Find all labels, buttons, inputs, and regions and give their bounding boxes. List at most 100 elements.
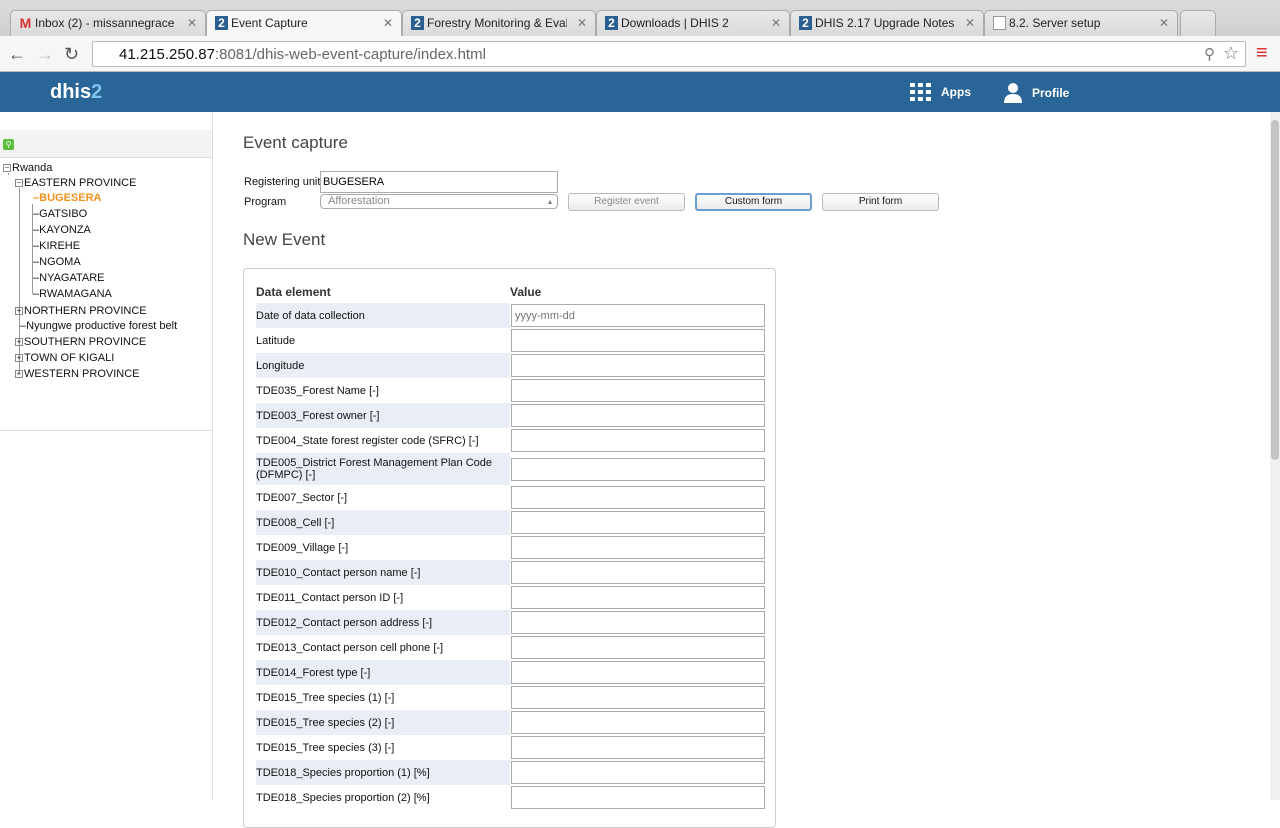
tree-node-nyagatare[interactable]: –NYAGATARE [33, 272, 105, 284]
tree-node-northern-province[interactable]: + NORTHERN PROVINCE [15, 305, 147, 317]
tree-node-nyungwe[interactable]: –Nyungwe productive forest belt [20, 320, 177, 332]
select-arrows-icon: ▴ [547, 197, 552, 206]
register-event-button[interactable]: Register event [568, 193, 685, 211]
tab-forestry[interactable]: 2 Forestry Monitoring & Eval ✕ [402, 10, 596, 36]
dhis2-logo[interactable]: dhis2 [50, 81, 102, 104]
data-element-label: TDE015_Tree species (1) [-] [256, 691, 395, 704]
data-element-label: TDE015_Tree species (3) [-] [256, 741, 395, 754]
tab-inbox[interactable]: M Inbox (2) - missannegrace ✕ [10, 10, 206, 36]
tab-event-capture[interactable]: 2 Event Capture ✕ [206, 10, 402, 37]
back-icon[interactable]: ← [8, 44, 26, 65]
gmail-icon: M [19, 15, 32, 31]
table-row: TDE009_Village [-] [256, 535, 766, 560]
data-element-label: TDE003_Forest owner [-] [256, 403, 510, 428]
value-input[interactable] [511, 736, 765, 759]
table-row: TDE014_Forest type [-] [256, 660, 766, 685]
tree-node-rwanda[interactable]: − Rwanda [3, 162, 52, 174]
apps-button[interactable]: Apps [910, 83, 971, 101]
zoom-icon[interactable]: ⚲ [1204, 45, 1215, 63]
tree-node-gatsibo[interactable]: –GATSIBO [33, 208, 87, 220]
close-tab-icon[interactable]: ✕ [187, 16, 197, 30]
collapse-icon: − [3, 163, 11, 173]
value-input[interactable] [511, 761, 765, 784]
value-input[interactable] [511, 561, 765, 584]
new-tab-button[interactable] [1180, 10, 1216, 36]
value-input[interactable] [511, 661, 765, 684]
table-row: Longitude [256, 353, 766, 378]
tree-node-southern-province[interactable]: + SOUTHERN PROVINCE [15, 336, 146, 348]
close-tab-icon[interactable]: ✕ [383, 16, 393, 30]
table-row: TDE015_Tree species (1) [-] [256, 685, 766, 710]
expand-icon: + [15, 306, 23, 316]
close-tab-icon[interactable]: ✕ [771, 16, 781, 30]
value-input[interactable] [511, 304, 765, 327]
data-element-label: Latitude [256, 334, 296, 347]
profile-button[interactable]: Profile [1004, 83, 1069, 103]
value-input[interactable] [511, 711, 765, 734]
collapse-icon: − [15, 178, 23, 188]
value-input[interactable] [511, 379, 765, 402]
table-row: TDE011_Contact person ID [-] [256, 585, 766, 610]
data-element-label: Longitude [256, 353, 510, 378]
value-input[interactable] [511, 429, 765, 452]
table-row: TDE015_Tree species (3) [-] [256, 735, 766, 760]
close-tab-icon[interactable]: ✕ [1159, 16, 1169, 30]
bookmark-star-icon[interactable]: ☆ [1223, 43, 1239, 64]
table-row: TDE008_Cell [-] [256, 510, 766, 535]
data-element-label: Date of data collection [256, 303, 510, 328]
org-unit-sidebar: ⚲ − Rwanda − EASTERN PROVINCE –BUGESERA –G… [0, 112, 213, 800]
data-element-label: TDE015_Tree species (2) [-] [256, 710, 510, 735]
tab-upgrade-notes[interactable]: 2 DHIS 2.17 Upgrade Notes | ✕ [790, 10, 984, 36]
registering-unit-label: Registering unit [244, 176, 321, 188]
url-input[interactable]: 41.215.250.87:8081/dhis-web-event-captur… [92, 41, 1246, 67]
value-input[interactable] [511, 536, 765, 559]
table-row: TDE018_Species proportion (2) [%] [256, 785, 766, 810]
value-input[interactable] [511, 786, 765, 809]
value-input[interactable] [511, 354, 765, 377]
data-element-label: TDE005_District Forest Management Plan C… [256, 453, 510, 485]
tree-node-bugesera[interactable]: –BUGESERA [33, 192, 101, 204]
value-input[interactable] [511, 511, 765, 534]
user-icon [1004, 83, 1022, 103]
dhis2-icon: 2 [799, 16, 812, 30]
table-row: TDE003_Forest owner [-] [256, 403, 766, 428]
event-form: Data element Value Date of data collecti… [243, 268, 776, 828]
value-input[interactable] [511, 586, 765, 609]
forward-icon[interactable]: → [36, 44, 54, 65]
value-input[interactable] [511, 636, 765, 659]
data-element-label: TDE010_Contact person name [-] [256, 560, 510, 585]
value-input[interactable] [511, 611, 765, 634]
tree-node-eastern-province[interactable]: − EASTERN PROVINCE [15, 177, 136, 189]
tree-node-kirehe[interactable]: –KIREHE [33, 240, 80, 252]
registering-unit-field[interactable]: BUGESERA [320, 171, 558, 193]
value-input[interactable] [511, 329, 765, 352]
close-tab-icon[interactable]: ✕ [965, 16, 975, 30]
data-element-label: TDE018_Species proportion (1) [%] [256, 760, 510, 785]
org-unit-search-bar: ⚲ [0, 130, 212, 158]
tab-server-setup[interactable]: 8.2. Server setup ✕ [984, 10, 1178, 36]
tree-node-western-province[interactable]: + WESTERN PROVINCE [15, 368, 140, 380]
tab-downloads[interactable]: 2 Downloads | DHIS 2 ✕ [596, 10, 790, 36]
tree-node-ngoma[interactable]: –NGOMA [33, 256, 81, 268]
close-tab-icon[interactable]: ✕ [577, 16, 587, 30]
table-row: TDE012_Contact person address [-] [256, 610, 766, 635]
table-row: TDE018_Species proportion (1) [%] [256, 760, 766, 785]
menu-icon[interactable]: ≡ [1256, 42, 1268, 65]
dhis2-icon: 2 [605, 16, 618, 30]
search-icon[interactable]: ⚲ [3, 139, 14, 150]
tree-node-rwamagana[interactable]: –RWAMAGANA [33, 288, 112, 300]
value-input[interactable] [511, 457, 765, 481]
value-input[interactable] [511, 486, 765, 509]
expand-icon: + [15, 353, 23, 363]
print-form-button[interactable]: Print form [822, 193, 939, 211]
program-select[interactable]: Afforestation ▴ [320, 194, 558, 209]
page-scrollbar[interactable] [1270, 112, 1280, 800]
tree-node-town-of-kigali[interactable]: + TOWN OF KIGALI [15, 352, 114, 364]
custom-form-button[interactable]: Custom form [695, 193, 812, 211]
tree-node-kayonza[interactable]: –KAYONZA [33, 224, 91, 236]
reload-icon[interactable]: ↻ [64, 44, 79, 65]
value-input[interactable] [511, 686, 765, 709]
scrollbar-thumb[interactable] [1271, 120, 1279, 460]
browser-tab-strip: M Inbox (2) - missannegrace ✕ 2 Event Captu… [0, 0, 1280, 37]
value-input[interactable] [511, 404, 765, 427]
